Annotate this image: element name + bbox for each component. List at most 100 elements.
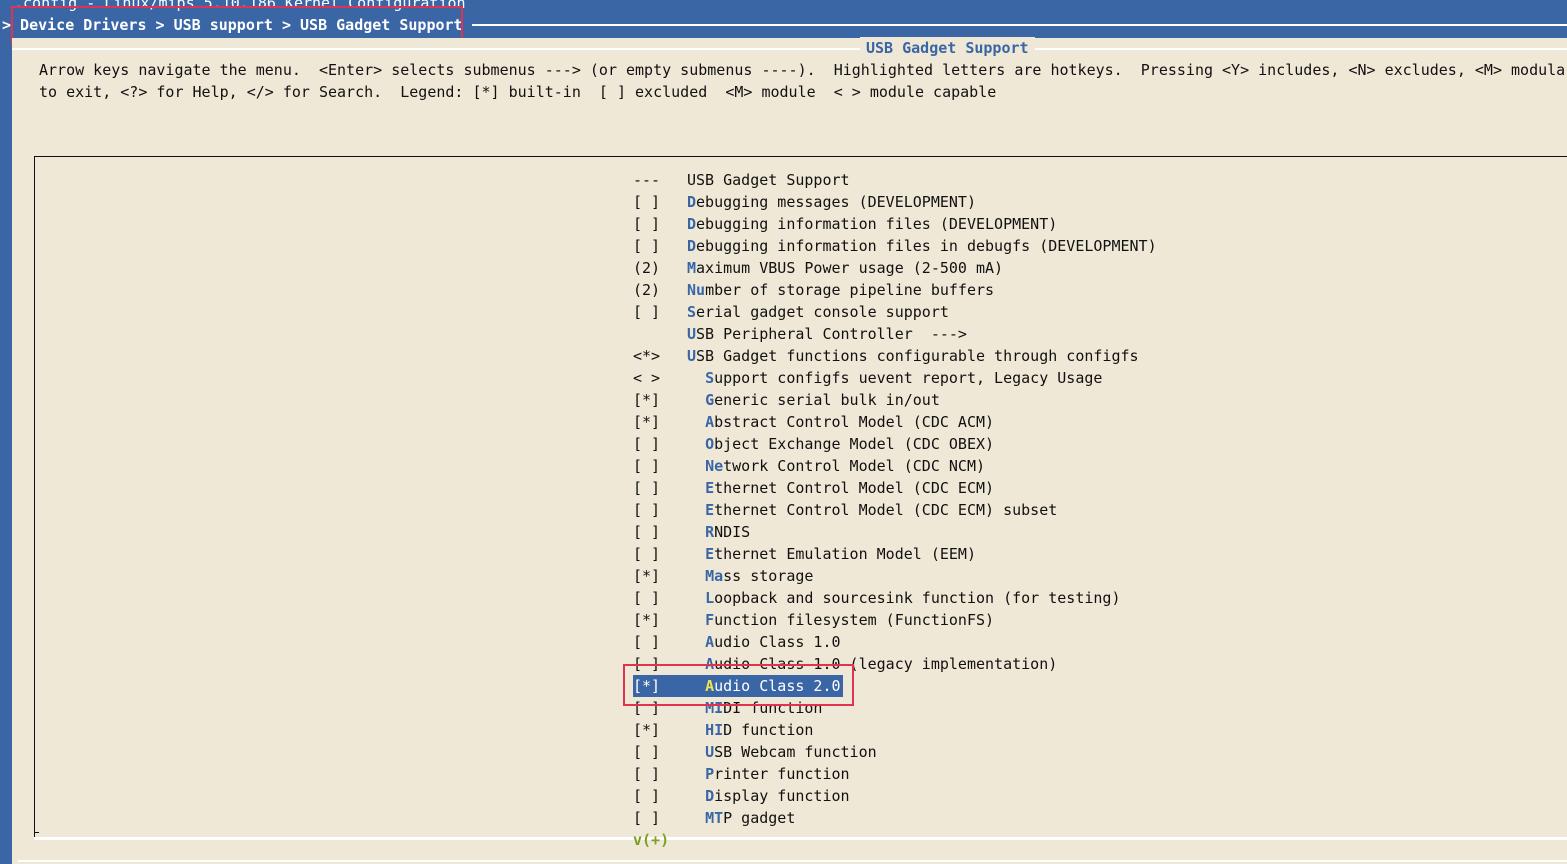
menu-item[interactable]: USB Peripheral Controller ---> bbox=[633, 323, 967, 345]
menu-item[interactable]: [ ] Debugging information files in debugf… bbox=[633, 235, 1157, 257]
help-text-line-2: to exit, <?> for Help, </> for Search. L… bbox=[39, 83, 997, 101]
menu-item-hotkey: U bbox=[687, 325, 697, 343]
menu-item-state: (2) bbox=[633, 259, 661, 277]
menu-item-state: [*] bbox=[633, 567, 661, 585]
menu-item[interactable]: [*] Abstract Control Model (CDC ACM) bbox=[633, 411, 994, 433]
menu-item[interactable]: [*] Mass storage bbox=[633, 565, 813, 587]
menu-item-state: --- bbox=[633, 171, 661, 189]
scroll-more-indicator: v(+) bbox=[633, 831, 670, 849]
menu-item-hotkey: P bbox=[705, 765, 715, 783]
menu-item-indent bbox=[687, 523, 705, 541]
menu-item-label: ebugging information files (DEVELOPMENT) bbox=[696, 215, 1058, 233]
menu-item-hotkey: F bbox=[705, 611, 715, 629]
menu-item-label: thernet Emulation Model (EEM) bbox=[714, 545, 976, 563]
menu-item[interactable]: [ ] Printer function bbox=[633, 763, 850, 785]
menu-item-state: [ ] bbox=[633, 479, 661, 497]
menu-item[interactable]: (2) Number of storage pipeline buffers bbox=[633, 279, 994, 301]
menu-item-label: mber of storage pipeline buffers bbox=[705, 281, 995, 299]
menu-item-label: thernet Control Model (CDC ECM) bbox=[714, 479, 995, 497]
menu-item-state: [*] bbox=[633, 413, 661, 431]
menu-item-indent bbox=[687, 721, 705, 739]
menu-item-label: SB Webcam function bbox=[714, 743, 877, 761]
menu-item-label: erial gadget console support bbox=[696, 303, 949, 321]
menu-item-label: D function bbox=[723, 721, 814, 739]
menu-item-hotkey: Ma bbox=[705, 567, 724, 585]
menu-item-hotkey: O bbox=[705, 435, 715, 453]
menu-item-hotkey: M bbox=[687, 259, 697, 277]
menu-item-label: unction filesystem (FunctionFS) bbox=[714, 611, 995, 629]
menu-item-indent bbox=[687, 633, 705, 651]
menu-item[interactable]: < > Support configfs uevent report, Lega… bbox=[633, 367, 1102, 389]
menu-item-hotkey: E bbox=[705, 501, 715, 519]
menu-item[interactable]: <*> USB Gadget functions configurable thr… bbox=[633, 345, 1139, 367]
button-bar-rule bbox=[18, 860, 1567, 862]
selection-highlight-box bbox=[623, 664, 854, 706]
menu-item-indent bbox=[687, 611, 705, 629]
menu-item-state: [*] bbox=[633, 721, 661, 739]
menu-item-state: [ ] bbox=[633, 743, 661, 761]
menu-item[interactable]: [ ] Loopback and sourcesink function (fo… bbox=[633, 587, 1120, 609]
menu-item[interactable]: [ ] Network Control Model (CDC NCM) bbox=[633, 455, 985, 477]
menu-item-indent bbox=[687, 809, 705, 827]
menu-item-hotkey: E bbox=[705, 545, 715, 563]
menu-item-label: isplay function bbox=[714, 787, 850, 805]
menu-item-indent bbox=[687, 765, 705, 783]
menu-item-hotkey: R bbox=[705, 523, 715, 541]
menu-item-label: thernet Control Model (CDC ECM) subset bbox=[714, 501, 1058, 519]
menu-item-state: [ ] bbox=[633, 589, 661, 607]
menu-title-rule bbox=[12, 48, 1567, 50]
menu-item[interactable]: [ ] Serial gadget console support bbox=[633, 301, 949, 323]
menu-item[interactable]: [ ] RNDIS bbox=[633, 521, 750, 543]
menu-item-state: [ ] bbox=[633, 193, 661, 211]
menu-item[interactable]: [ ] Object Exchange Model (CDC OBEX) bbox=[633, 433, 994, 455]
menu-item-label: bject Exchange Model (CDC OBEX) bbox=[714, 435, 995, 453]
menu-item-hotkey: S bbox=[687, 303, 697, 321]
menu-item-state: [*] bbox=[633, 391, 661, 409]
menu-item-state: [ ] bbox=[633, 237, 661, 255]
menu-item-indent bbox=[687, 435, 705, 453]
menu-item-hotkey: L bbox=[705, 589, 715, 607]
menu-item[interactable]: [*] Generic serial bulk in/out bbox=[633, 389, 940, 411]
menu-item-hotkey: D bbox=[687, 237, 697, 255]
menu-item-indent bbox=[687, 589, 705, 607]
menu-box-bottom-edge bbox=[34, 837, 1567, 840]
menu-item[interactable]: (2) Maximum VBUS Power usage (2-500 mA) bbox=[633, 257, 1003, 279]
menu-item-state: [ ] bbox=[633, 457, 661, 475]
menu-item-hotkey: U bbox=[705, 743, 715, 761]
menu-box-corner bbox=[34, 832, 39, 833]
menu-item[interactable]: [ ] Audio Class 1.0 bbox=[633, 631, 841, 653]
menu-item[interactable]: [*] Function filesystem (FunctionFS) bbox=[633, 609, 994, 631]
menu-item[interactable]: [ ] Ethernet Control Model (CDC ECM) bbox=[633, 477, 994, 499]
menu-item-state: [ ] bbox=[633, 787, 661, 805]
menu-item-indent bbox=[687, 457, 705, 475]
menu-item[interactable]: [ ] USB Webcam function bbox=[633, 741, 877, 763]
menu-item[interactable]: [ ] Debugging messages (DEVELOPMENT) bbox=[633, 191, 976, 213]
menu-item[interactable]: [ ] Display function bbox=[633, 785, 850, 807]
menu-item-label: eneric serial bulk in/out bbox=[714, 391, 940, 409]
menu-item-state: [ ] bbox=[633, 435, 661, 453]
menu-item[interactable]: --- USB Gadget Support bbox=[633, 169, 850, 191]
menu-item-hotkey: Nu bbox=[687, 281, 706, 299]
menu-item[interactable]: [ ] Debugging information files (DEVELOPM… bbox=[633, 213, 1057, 235]
menu-item-label: oopback and sourcesink function (for tes… bbox=[714, 589, 1121, 607]
menu-item-indent bbox=[687, 413, 705, 431]
menu-item-hotkey: D bbox=[705, 787, 715, 805]
menu-item-state: [ ] bbox=[633, 501, 661, 519]
menu-item-indent bbox=[687, 391, 705, 409]
menu-item[interactable]: [ ] Ethernet Emulation Model (EEM) bbox=[633, 543, 976, 565]
menu-item-label: upport configfs uevent report, Legacy Us… bbox=[714, 369, 1103, 387]
menu-item[interactable]: [ ] Ethernet Control Model (CDC ECM) sub… bbox=[633, 499, 1057, 521]
menu-item-label: NDIS bbox=[714, 523, 751, 541]
menu-item-hotkey: D bbox=[687, 193, 697, 211]
title-bar: .config - Linux/mips 5.10.186 Kernel Con… bbox=[0, 0, 1567, 45]
menu-item-label: bstract Control Model (CDC ACM) bbox=[714, 413, 995, 431]
menu-item-label: aximum VBUS Power usage (2-500 mA) bbox=[696, 259, 1004, 277]
menu-item-hotkey: A bbox=[705, 633, 715, 651]
menu-item[interactable]: [*] HID function bbox=[633, 719, 813, 741]
menu-item-hotkey: A bbox=[705, 413, 715, 431]
menu-item[interactable]: [ ] MTP gadget bbox=[633, 807, 795, 829]
menu-item-hotkey: G bbox=[705, 391, 715, 409]
menu-item-hotkey: HI bbox=[705, 721, 724, 739]
menu-item-state: [ ] bbox=[633, 523, 661, 541]
menu-item-indent bbox=[687, 545, 705, 563]
